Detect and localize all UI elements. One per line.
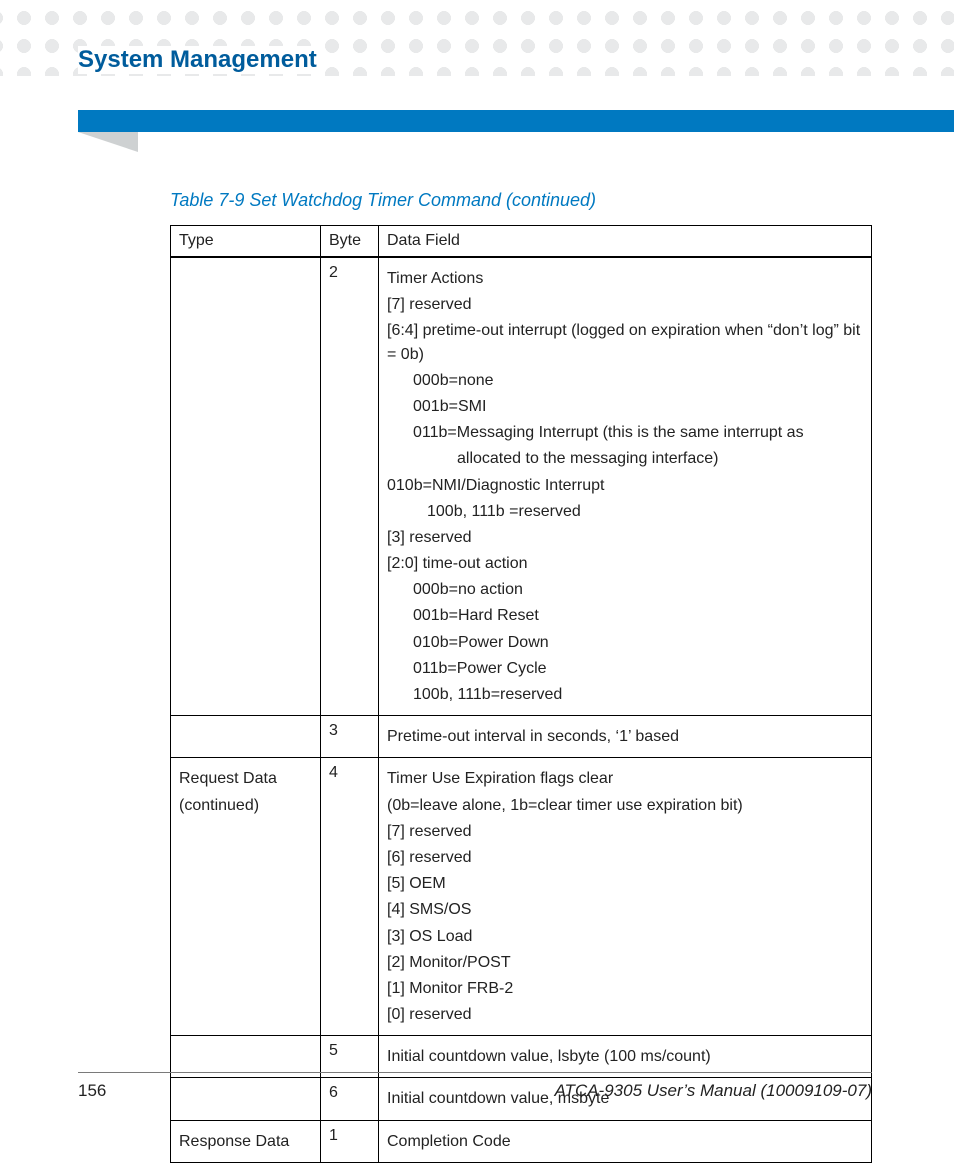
table-row: 3 Pretime-out interval in seconds, ‘1’ ba… xyxy=(171,716,872,758)
data-field-line: 010b=Power Down xyxy=(387,631,863,654)
data-field-line: Completion Code xyxy=(387,1130,863,1153)
data-field-line: 000b=no action xyxy=(387,578,863,601)
cell-data-field: Pretime-out interval in seconds, ‘1’ bas… xyxy=(379,716,872,758)
data-field-line: Initial countdown value, lsbyte (100 ms/… xyxy=(387,1045,863,1068)
data-field-line: 001b=SMI xyxy=(387,395,863,418)
page-number: 156 xyxy=(78,1081,106,1101)
page-footer: 156 ATCA-9305 User’s Manual (10009109-07… xyxy=(78,1072,872,1101)
watchdog-timer-table: Type Byte Data Field 2 Timer Actions [7] r… xyxy=(170,225,872,1163)
table-caption: Table 7-9 Set Watchdog Timer Command (co… xyxy=(170,190,872,211)
data-field-line: Timer Use Expiration flags clear xyxy=(387,767,863,790)
cell-byte: 2 xyxy=(321,257,379,716)
col-header-byte: Byte xyxy=(321,226,379,258)
cell-byte: 3 xyxy=(321,716,379,758)
data-field-line: [3] reserved xyxy=(387,526,863,549)
data-field-line: 001b=Hard Reset xyxy=(387,604,863,627)
data-field-line: [4] SMS/OS xyxy=(387,898,863,921)
header-shadow-triangle xyxy=(78,132,138,152)
chapter-title: System Management xyxy=(78,46,325,74)
footer-doc-title: ATCA-9305 User’s Manual (10009109-07) xyxy=(554,1081,872,1101)
data-field-line: [6:4] pretime-out interrupt (logged on e… xyxy=(387,319,863,365)
data-field-line: [1] Monitor FRB-2 xyxy=(387,977,863,1000)
data-field-line: 011b=Power Cycle xyxy=(387,657,863,680)
header-blue-bar xyxy=(78,110,954,132)
table-row: Response Data1 Completion Code xyxy=(171,1120,872,1162)
data-field-line: 011b=Messaging Interrupt (this is the sa… xyxy=(387,421,863,444)
cell-byte: 1 xyxy=(321,1120,379,1162)
data-field-line: [5] OEM xyxy=(387,872,863,895)
data-field-line: [7] reserved xyxy=(387,293,863,316)
data-field-line: 100b, 111b=reserved xyxy=(387,683,863,706)
cell-type xyxy=(171,716,321,758)
table-header-row: Type Byte Data Field xyxy=(171,226,872,258)
data-field-line: 000b=none xyxy=(387,369,863,392)
cell-data-field: Timer Actions [7] reserved [6:4] pretime-o… xyxy=(379,257,872,716)
data-field-line: (0b=leave alone, 1b=clear timer use expi… xyxy=(387,794,863,817)
data-field-line: [2] Monitor/POST xyxy=(387,951,863,974)
table-row: Request Data(continued)4Timer Use Expira… xyxy=(171,758,872,1036)
data-field-line: [6] reserved xyxy=(387,846,863,869)
col-header-data-field: Data Field xyxy=(379,226,872,258)
data-field-line: [3] OS Load xyxy=(387,925,863,948)
data-field-line: allocated to the messaging interface) xyxy=(387,447,863,470)
cell-type: Response Data xyxy=(171,1120,321,1162)
data-field-line: Timer Actions xyxy=(387,267,863,290)
data-field-line: Pretime-out interval in seconds, ‘1’ bas… xyxy=(387,725,863,748)
data-field-line: 100b, 111b =reserved xyxy=(387,500,863,523)
cell-type xyxy=(171,257,321,716)
table-body: 2 Timer Actions [7] reserved [6:4] pretime-… xyxy=(171,257,872,1162)
cell-data-field: Completion Code xyxy=(379,1120,872,1162)
data-field-line: [0] reserved xyxy=(387,1003,863,1026)
cell-type: Request Data(continued) xyxy=(171,758,321,1036)
col-header-type: Type xyxy=(171,226,321,258)
cell-data-field: Timer Use Expiration flags clear (0b=leav… xyxy=(379,758,872,1036)
data-field-line: [2:0] time-out action xyxy=(387,552,863,575)
table-row: 2 Timer Actions [7] reserved [6:4] pretime-… xyxy=(171,257,872,716)
cell-byte: 4 xyxy=(321,758,379,1036)
data-field-line: 010b=NMI/Diagnostic Interrupt xyxy=(387,474,863,497)
data-field-line: [7] reserved xyxy=(387,820,863,843)
page-content: Table 7-9 Set Watchdog Timer Command (co… xyxy=(170,190,872,1163)
